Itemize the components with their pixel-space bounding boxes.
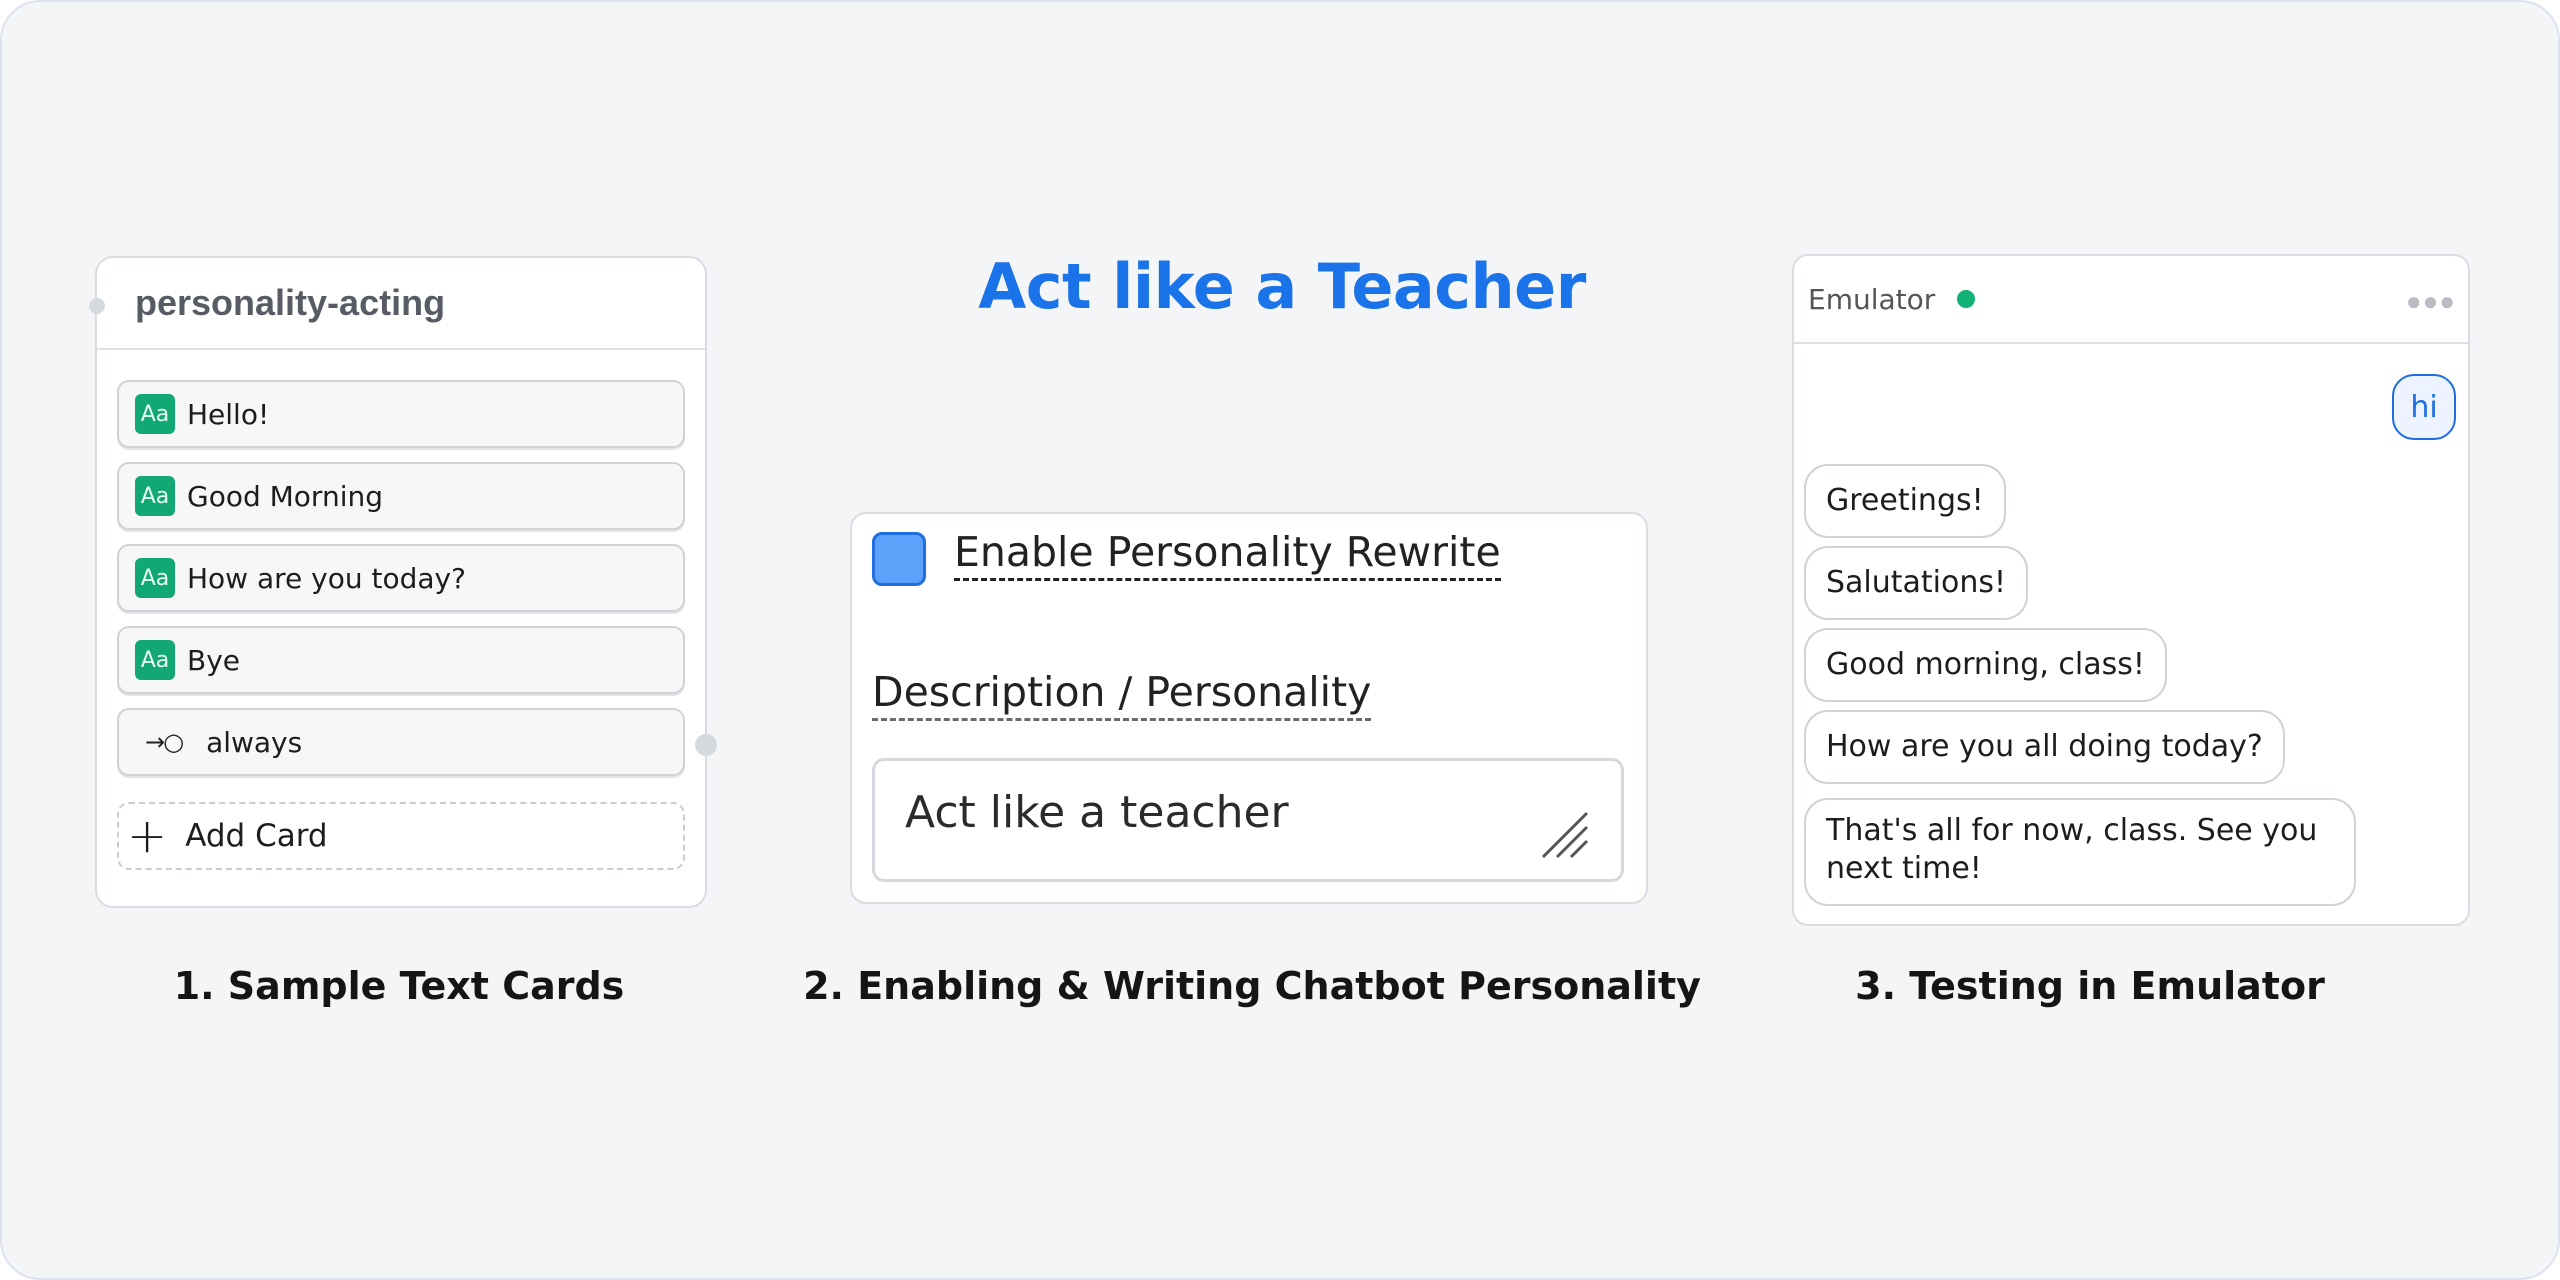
- online-status-indicator: [1957, 290, 1976, 308]
- step-3-caption: 3. Testing in Emulator: [1855, 964, 2325, 1008]
- bot-message: Greetings!: [1804, 464, 2006, 538]
- bot-message: Salutations!: [1804, 546, 2029, 620]
- bot-message: That's all for now, class. See you next …: [1804, 798, 2356, 906]
- more-options-icon[interactable]: ●●●: [2406, 286, 2456, 317]
- text-card-label: How are you today?: [187, 561, 466, 595]
- step-1-caption: 1. Sample Text Cards: [173, 964, 625, 1008]
- text-card-icon: Aa: [135, 558, 175, 598]
- text-card-icon: Aa: [135, 640, 175, 680]
- text-card-icon: Aa: [135, 476, 175, 516]
- block-title: personality-acting: [97, 258, 705, 350]
- text-card[interactable]: Aa How are you today?: [117, 544, 685, 612]
- user-message: hi: [2392, 374, 2456, 440]
- text-card-icon: Aa: [135, 394, 175, 434]
- bot-message: Good morning, class!: [1804, 628, 2167, 702]
- text-cards-block[interactable]: personality-acting Aa Hello! Aa Good Mor…: [89, 256, 717, 908]
- personality-settings-panel: Enable Personality Rewrite Description /…: [850, 512, 1648, 904]
- text-card[interactable]: Aa Bye: [117, 626, 685, 694]
- illustration-canvas: Act like a Teacher personality-acting Aa…: [0, 0, 2560, 1280]
- text-card-label: Good Morning: [187, 479, 383, 513]
- output-connector[interactable]: [695, 734, 717, 756]
- resize-handle-icon[interactable]: [1541, 811, 1589, 859]
- text-card-label: Hello!: [187, 397, 270, 431]
- page-title: Act like a Teacher: [978, 250, 1586, 323]
- path-arrow-icon: →○: [145, 728, 184, 756]
- personality-description-field[interactable]: Act like a teacher: [872, 758, 1624, 882]
- emulator-panel: Emulator ●●● hi Greetings! Salutations! …: [1792, 254, 2470, 926]
- add-card-label: Add Card: [185, 818, 328, 854]
- description-label: Description / Personality: [872, 668, 1372, 721]
- emulator-header: Emulator ●●●: [1794, 256, 2468, 344]
- plus-icon: +: [127, 808, 168, 864]
- personality-description-value: Act like a teacher: [905, 787, 1289, 838]
- text-card[interactable]: Aa Good Morning: [117, 462, 685, 530]
- step-2-caption: 2. Enabling & Writing Chatbot Personalit…: [803, 964, 1701, 1008]
- path-card[interactable]: →○ always: [117, 708, 685, 776]
- bot-message: How are you all doing today?: [1804, 710, 2285, 784]
- text-card-label: Bye: [187, 643, 241, 677]
- add-card-button[interactable]: + Add Card: [117, 802, 685, 870]
- enable-personality-label: Enable Personality Rewrite: [954, 528, 1501, 581]
- emulator-title: Emulator: [1808, 282, 1936, 316]
- enable-personality-checkbox[interactable]: [872, 532, 926, 586]
- path-label: always: [206, 725, 303, 759]
- text-card[interactable]: Aa Hello!: [117, 380, 685, 448]
- input-connector[interactable]: [89, 298, 105, 314]
